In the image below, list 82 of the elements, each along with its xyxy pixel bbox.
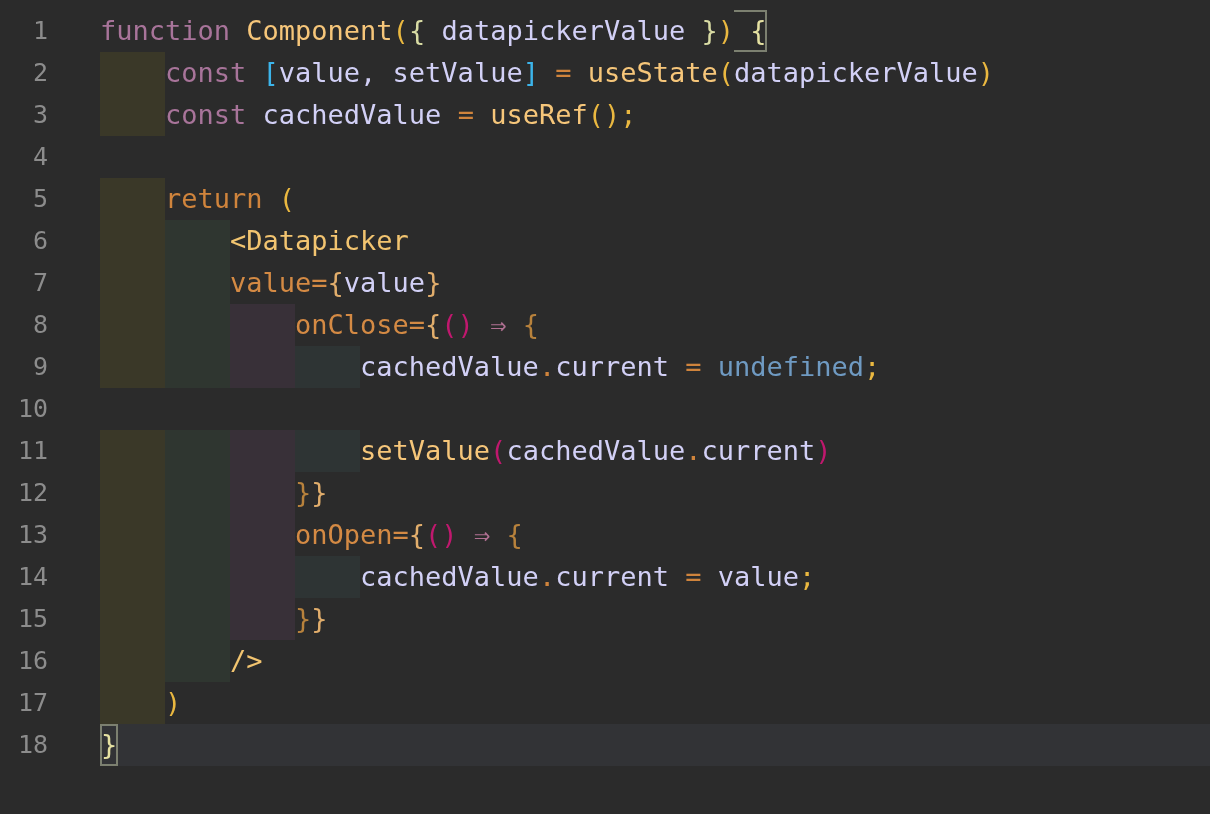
function-token: Component (245, 14, 393, 48)
punctuation-token: ; (864, 350, 881, 384)
punctuation-token: ( (392, 14, 409, 48)
punctuation-token: ( (490, 434, 507, 468)
identifier-token: current (701, 434, 816, 468)
punctuation-token: ) (717, 14, 734, 48)
identifier-token: value, setValue (278, 56, 523, 90)
constant-token: undefined (716, 350, 864, 384)
line-number: 9 (31, 351, 48, 383)
punctuation-token: ; (799, 560, 816, 594)
identifier-token: cachedValue (261, 98, 442, 132)
identifier-token: value (343, 266, 426, 300)
punctuation-token: = (684, 350, 702, 384)
punctuation-token: } (295, 602, 312, 636)
punctuation-token: { (521, 308, 539, 342)
punctuation-token: } (295, 476, 312, 510)
line-number: 8 (31, 309, 48, 341)
punctuation-token: { (408, 14, 426, 48)
punctuation-token: { (425, 308, 442, 342)
line-number: 3 (31, 99, 48, 131)
line-number: 11 (16, 435, 48, 467)
arrow-token: ⇒ (472, 518, 491, 552)
punctuation-token: { (327, 266, 344, 300)
punctuation-token: ( (277, 182, 296, 216)
punctuation-token: ) (815, 434, 832, 468)
line-number: 14 (16, 561, 48, 593)
punctuation-token: = (554, 56, 572, 90)
line-number: 17 (16, 687, 48, 719)
punctuation-token: } (425, 266, 442, 300)
identifier-token: cachedValue (360, 350, 539, 384)
punctuation-token: = (456, 98, 474, 132)
line-number: 5 (31, 183, 48, 215)
keyword-token: const (165, 98, 247, 132)
line-number: 1 (31, 15, 48, 47)
punctuation-token: ( (717, 56, 734, 90)
identifier-token: datapickerValue (440, 14, 687, 48)
punctuation-token: . (538, 560, 556, 594)
punctuation-token: } (100, 724, 119, 766)
jsx-tag-token: /> (230, 644, 263, 678)
punctuation-token: = (684, 560, 702, 594)
line-number: 2 (31, 57, 48, 89)
punctuation-token: { (408, 518, 426, 552)
line-number: 16 (16, 645, 48, 677)
punctuation-token: ) (977, 56, 995, 90)
line-number: 12 (16, 477, 48, 509)
identifier-token: datapickerValue (734, 56, 978, 90)
keyword-token: function (100, 14, 231, 48)
identifier-token: cachedValue (360, 560, 539, 594)
attribute-token: onOpen= (295, 518, 409, 552)
punctuation-token: [ (261, 56, 279, 90)
punctuation-token: { (505, 518, 523, 552)
identifier-token: cachedValue (506, 434, 686, 468)
identifier-token: value (716, 560, 799, 594)
punctuation-token: } (701, 14, 718, 48)
attribute-token: onClose= (295, 308, 426, 342)
line-number: 10 (16, 393, 48, 425)
line-number: 7 (31, 267, 48, 299)
function-token: setValue (360, 434, 491, 468)
function-token: useRef (489, 98, 588, 132)
punctuation-token: . (685, 434, 702, 468)
punctuation-token: ) (165, 686, 182, 720)
punctuation-token: () (441, 308, 474, 342)
identifier-token: current (555, 560, 669, 594)
punctuation-token: () (425, 518, 458, 552)
jsx-tag-token: <Datapicker (230, 224, 409, 258)
function-token: useState (586, 56, 718, 90)
keyword-token: const (165, 56, 247, 90)
punctuation-token: ] (522, 56, 539, 90)
line-number: 13 (16, 519, 48, 551)
identifier-token: current (555, 350, 669, 384)
arrow-token: ⇒ (489, 308, 507, 342)
punctuation-token: } (311, 476, 328, 510)
attribute-token: value= (230, 266, 328, 300)
line-number: 18 (16, 729, 48, 761)
punctuation-token: { (734, 10, 767, 52)
line-number: 15 (16, 603, 48, 635)
line-number: 6 (31, 225, 48, 257)
punctuation-token: (); (587, 98, 637, 132)
keyword-token: return (165, 182, 263, 216)
punctuation-token: . (538, 350, 556, 384)
line-number: 4 (31, 141, 48, 173)
punctuation-token: } (311, 602, 328, 636)
